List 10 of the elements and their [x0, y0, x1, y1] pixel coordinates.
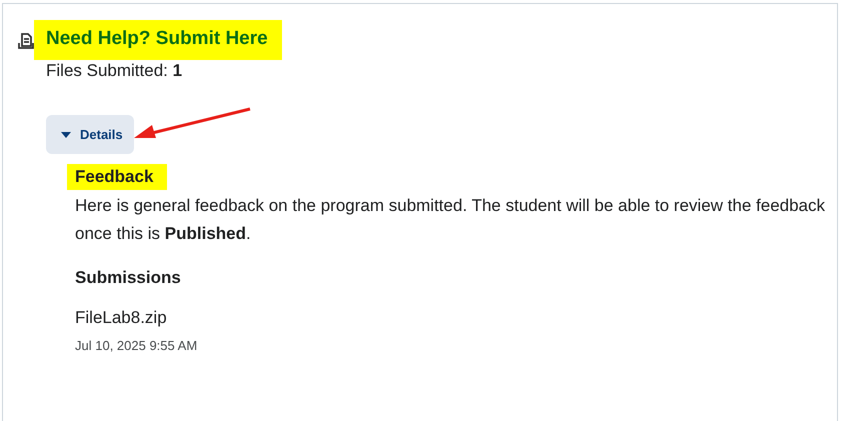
details-toggle-button[interactable]: Details — [46, 115, 134, 154]
feedback-text: Here is general feedback on the program submitted. The student will be able to review the feedback once this is Published. — [75, 195, 825, 245]
submissions-heading: Submissions — [75, 268, 182, 288]
file-date: Jul 10, 2025 9:55 AM — [75, 338, 198, 353]
files-submitted-text: Files Submitted: 1 — [46, 61, 184, 81]
feedback-heading: Feedback — [67, 164, 168, 190]
caret-icon — [61, 132, 71, 138]
submission-title-link[interactable]: Need Help? Submit Here — [34, 20, 282, 60]
document-icon — [18, 32, 34, 50]
file-name: FileLab8.zip — [75, 308, 168, 328]
